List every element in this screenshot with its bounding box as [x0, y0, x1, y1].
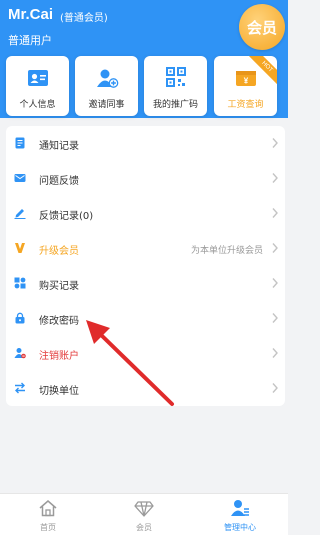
add-user-icon [97, 69, 119, 88]
wallet-icon: ¥ [236, 71, 256, 86]
upgrade-icon [15, 243, 25, 253]
chevron-right-icon [272, 138, 278, 148]
bottom-tab-bar: 首页 会员 管理中心 [0, 493, 288, 535]
user-remove-icon [14, 348, 26, 359]
chevron-right-icon [272, 278, 278, 288]
shortcut-promo-code[interactable]: 我的推广码 [144, 56, 207, 116]
menu-item-label: 注销账户 [39, 351, 79, 362]
menu-item-upgrade-membership[interactable]: 升级会员 为本单位升级会员 [6, 231, 285, 266]
menu-item-label: 修改密码 [39, 316, 79, 327]
tab-label: 管理中心 [224, 523, 256, 532]
menu-item-label: 问题反馈 [39, 176, 79, 187]
mail-icon [14, 174, 26, 182]
shortcut-label: 我的推广码 [152, 100, 198, 110]
document-icon [15, 137, 25, 149]
tab-management-center[interactable]: 管理中心 [192, 494, 288, 535]
tab-label: 会员 [136, 523, 152, 532]
menu-item-notification-records[interactable]: 通知记录 [6, 126, 285, 161]
menu-item-label: 通知记录 [39, 141, 79, 152]
edit-icon [14, 209, 26, 219]
user-center-icon [231, 500, 249, 516]
id-card-icon [28, 70, 48, 86]
shortcut-label: 个人信息 [19, 100, 56, 110]
user-name: Mr.Cai [8, 6, 54, 23]
menu-item-purchase-records[interactable]: 购买记录 [6, 266, 285, 301]
chevron-right-icon [272, 383, 278, 393]
menu-item-label: 切换单位 [39, 386, 79, 397]
user-level: (普通会员) [60, 13, 108, 24]
settings-menu: 通知记录 问题反馈 反馈记录(0) 升级会员 为本单位升级会员 购买记录 修改密… [6, 126, 285, 406]
tab-home[interactable]: 首页 [0, 494, 96, 535]
menu-item-label: 升级会员 [39, 246, 79, 257]
vip-badge-label: 会员 [246, 18, 277, 37]
chevron-right-icon [272, 313, 278, 323]
diamond-icon [134, 501, 154, 517]
puzzle-icon [14, 277, 26, 289]
vip-badge[interactable]: 会员 [239, 4, 285, 50]
upgrade-hint: 为本单位升级会员 [190, 246, 263, 256]
shortcut-cards: 个人信息 邀请同事 我的推广码 ¥ 工资查询 HOT [0, 56, 288, 116]
menu-item-feedback-records[interactable]: 反馈记录(0) [6, 196, 285, 231]
shortcut-label: 工资查询 [227, 100, 264, 110]
qr-code-icon [166, 67, 186, 87]
tab-membership[interactable]: 会员 [96, 494, 192, 535]
menu-item-label: 购买记录 [39, 281, 79, 292]
switch-icon [15, 382, 25, 394]
chevron-right-icon [272, 348, 278, 358]
chevron-right-icon [272, 173, 278, 183]
menu-item-switch-unit[interactable]: 切换单位 [6, 371, 285, 406]
chevron-right-icon [272, 208, 278, 218]
menu-item-label: 反馈记录(0) [39, 211, 94, 222]
user-role: 普通用户 [8, 34, 52, 47]
svg-text:¥: ¥ [244, 77, 249, 86]
menu-item-feedback[interactable]: 问题反馈 [6, 161, 285, 196]
shortcut-personal-info[interactable]: 个人信息 [6, 56, 69, 116]
lock-icon [15, 312, 25, 324]
menu-item-change-password[interactable]: 修改密码 [6, 301, 285, 336]
shortcut-salary-query[interactable]: ¥ 工资查询 HOT [214, 56, 277, 116]
chevron-right-icon [272, 243, 278, 253]
tab-label: 首页 [40, 523, 56, 532]
shortcut-label: 邀请同事 [88, 100, 125, 110]
shortcut-invite-colleague[interactable]: 邀请同事 [75, 56, 138, 116]
home-icon [39, 500, 57, 517]
menu-item-delete-account[interactable]: 注销账户 [6, 336, 285, 371]
